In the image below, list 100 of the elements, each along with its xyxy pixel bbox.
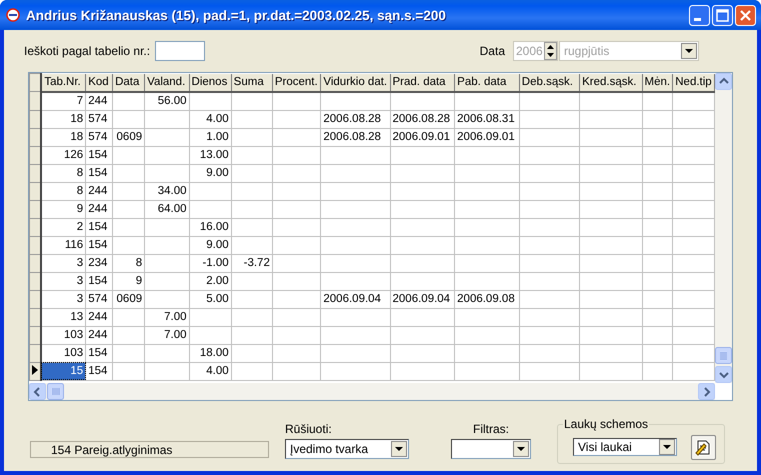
table-cell: 244 <box>86 92 113 110</box>
row-indicator[interactable] <box>30 146 42 164</box>
table-cell: 116 <box>41 236 86 254</box>
table-cell: 5.00 <box>189 290 232 308</box>
row-indicator[interactable] <box>30 290 42 308</box>
table-cell: 154 <box>86 344 113 362</box>
table-cell: 3 <box>41 272 86 290</box>
schema-dropdown[interactable]: Visi laukai <box>573 438 677 456</box>
column-header[interactable]: Prad. data <box>390 74 455 92</box>
table-cell: 2006.09.04 <box>390 290 455 308</box>
column-header[interactable]: Kred.sąsk. <box>580 74 642 92</box>
table-cell: 2006.08.28 <box>320 128 390 146</box>
table-cell: 3 <box>41 254 86 272</box>
row-indicator[interactable] <box>30 254 42 272</box>
table-cell: -1.00 <box>189 254 232 272</box>
column-header[interactable]: Tab.Nr. <box>41 74 86 92</box>
column-header[interactable]: Ned.tip <box>672 74 714 92</box>
table-cell: 64.00 <box>144 200 190 218</box>
table-cell: 2.00 <box>189 272 232 290</box>
table-cell: 7.00 <box>144 326 190 344</box>
scroll-thumb[interactable] <box>47 383 64 400</box>
search-field[interactable] <box>155 41 206 61</box>
row-indicator[interactable] <box>30 236 42 254</box>
filter-dropdown[interactable] <box>451 439 531 459</box>
table-cell: 244 <box>86 200 113 218</box>
table-cell: 8 <box>41 164 86 182</box>
scroll-right-icon[interactable] <box>698 383 715 400</box>
table-cell: 154 <box>86 236 113 254</box>
table-cell: 15 <box>41 362 86 380</box>
table-cell: 2006.09.04 <box>320 290 390 308</box>
sort-label: Rūšiuoti: <box>285 422 333 436</box>
row-indicator[interactable] <box>30 182 42 200</box>
date-label: Data <box>480 44 505 58</box>
row-indicator[interactable] <box>30 362 42 380</box>
table-cell: 18 <box>41 110 86 128</box>
table-cell: 244 <box>86 326 113 344</box>
row-indicator[interactable] <box>30 110 42 128</box>
table-cell: 154 <box>86 362 113 380</box>
row-indicator[interactable] <box>30 344 42 362</box>
table-cell: 244 <box>86 308 113 326</box>
table-cell: 3 <box>41 290 86 308</box>
scroll-up-icon[interactable] <box>715 73 732 90</box>
table-cell: 2006.09.08 <box>454 290 520 308</box>
table-cell: 2006.08.28 <box>320 110 390 128</box>
minimize-button[interactable] <box>689 4 710 26</box>
row-indicator[interactable] <box>30 218 42 236</box>
table-cell: 8 <box>112 254 145 272</box>
table-cell: 7 <box>41 92 86 110</box>
column-header[interactable]: Suma <box>231 74 272 92</box>
row-indicator[interactable] <box>30 164 42 182</box>
table-cell: 8 <box>41 182 86 200</box>
column-header[interactable]: Dienos <box>189 74 232 92</box>
window-title: Andrius Križanauskas (15), pad.=1, pr.dat.=2003.02.25, sąn.s.=200 <box>26 8 447 22</box>
table-cell: 0609 <box>112 290 145 308</box>
row-indicator[interactable] <box>30 308 42 326</box>
table-cell: 154 <box>86 164 113 182</box>
column-header[interactable]: Pab. data <box>454 74 520 92</box>
column-header[interactable]: Mėn. <box>642 74 673 92</box>
table-cell: 9.00 <box>189 164 232 182</box>
table-cell: 7.00 <box>144 308 190 326</box>
scroll-left-icon[interactable] <box>29 383 46 400</box>
table-cell: 9 <box>41 200 86 218</box>
scroll-down-icon[interactable] <box>715 366 732 383</box>
edit-schema-button[interactable] <box>691 434 716 460</box>
table-cell: 2006.08.28 <box>390 110 455 128</box>
table-cell: 13.00 <box>189 146 232 164</box>
table-cell: 2006.09.01 <box>454 128 520 146</box>
column-header[interactable]: Procent. <box>272 74 321 92</box>
column-header[interactable]: Data <box>112 74 145 92</box>
app-logo-icon <box>6 8 20 22</box>
row-indicator[interactable] <box>30 128 42 146</box>
filter-label: Filtras: <box>473 422 509 436</box>
column-header[interactable]: Deb.sąsk. <box>519 74 580 92</box>
corner-header <box>30 74 42 92</box>
column-header[interactable]: Kod <box>86 74 113 92</box>
row-indicator[interactable] <box>30 92 42 110</box>
table-cell: 574 <box>86 128 113 146</box>
table-cell: 154 <box>86 146 113 164</box>
table-cell: 16.00 <box>189 218 232 236</box>
table-cell: -3.72 <box>231 254 272 272</box>
table-cell: 574 <box>86 290 113 308</box>
table-cell: 126 <box>41 146 86 164</box>
table-cell: 2006.08.31 <box>454 110 520 128</box>
table-cell: 4.00 <box>189 110 232 128</box>
column-header[interactable]: Vidurkio dat. <box>320 74 390 92</box>
row-indicator[interactable] <box>30 272 42 290</box>
column-header[interactable]: Valand. <box>144 74 190 92</box>
table-cell: 0609 <box>112 128 145 146</box>
search-label: Ieškoti pagal tabelio nr.: <box>24 44 150 58</box>
table-cell: 574 <box>86 110 113 128</box>
table-cell: 18.00 <box>189 344 232 362</box>
row-indicator[interactable] <box>30 326 42 344</box>
group-label: Laukų schemos <box>563 417 650 431</box>
maximize-button[interactable] <box>712 4 733 26</box>
table-cell: 154 <box>86 218 113 236</box>
row-indicator[interactable] <box>30 200 42 218</box>
sort-dropdown[interactable]: Įvedimo tvarka <box>285 439 409 459</box>
close-button[interactable] <box>735 4 756 26</box>
table-cell: 9 <box>112 272 145 290</box>
scroll-thumb[interactable] <box>715 347 732 364</box>
